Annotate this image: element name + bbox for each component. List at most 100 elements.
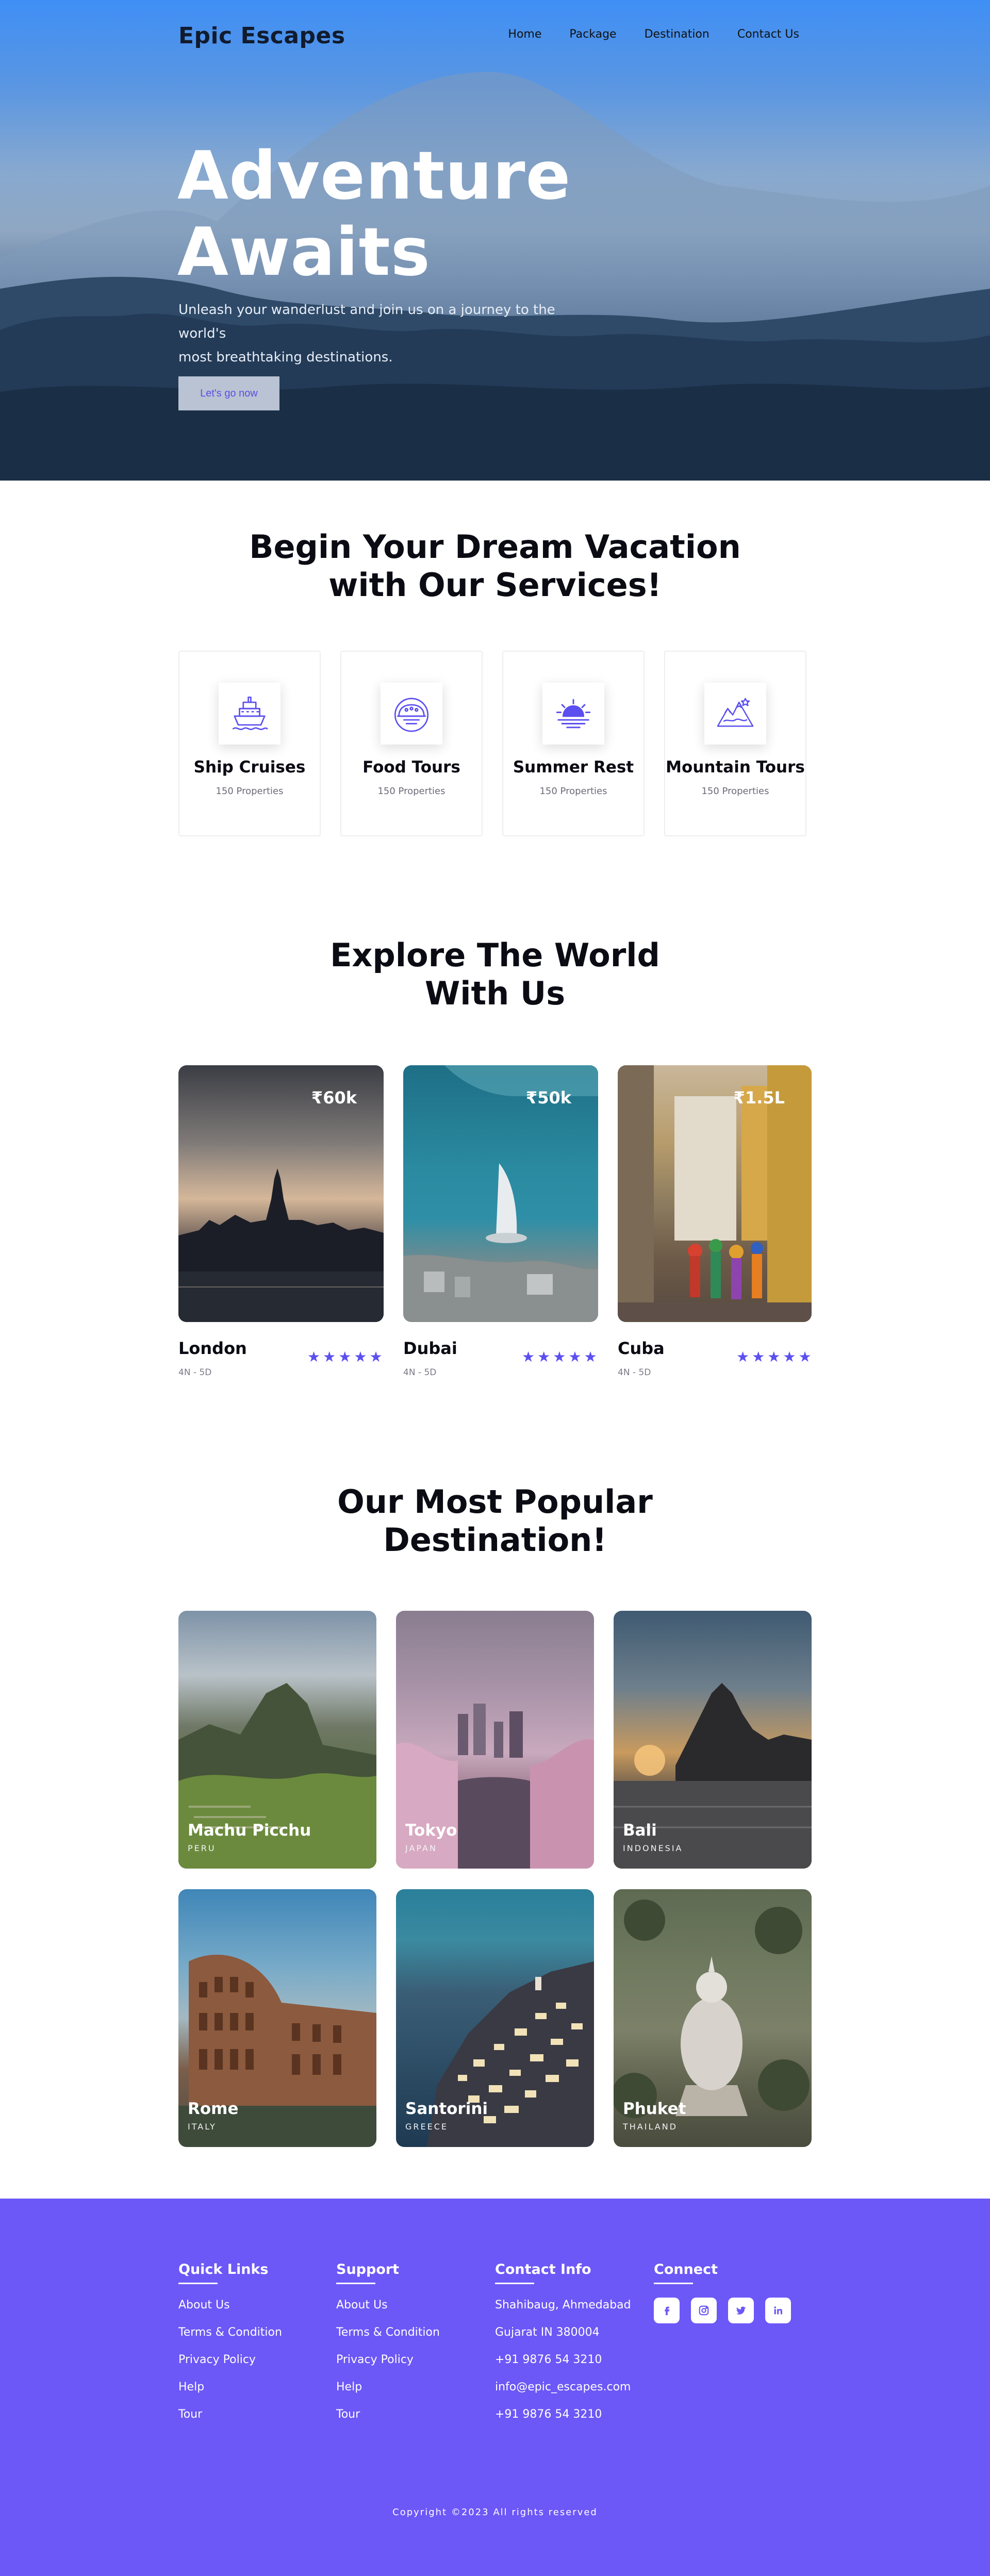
nav-destination-link[interactable]: Destination: [645, 28, 710, 41]
footer-underline: [336, 2283, 375, 2284]
footer-support-title: Support: [336, 2261, 400, 2277]
footer-link-terms[interactable]: Terms & Condition: [178, 2325, 282, 2340]
dubai-rating: ★ ★ ★ ★ ★: [522, 1350, 597, 1364]
footer-contact-title: Contact Info: [495, 2261, 591, 2277]
footer-support-terms[interactable]: Terms & Condition: [336, 2325, 440, 2340]
services-title-line-2: with Our Services!: [328, 566, 662, 604]
explore-card-dubai[interactable]: ₹50k: [403, 1065, 598, 1322]
star-icon: ★: [537, 1348, 551, 1365]
mountain-icon: [704, 683, 766, 745]
footer-link-about[interactable]: About Us: [178, 2298, 282, 2313]
footer-link-help[interactable]: Help: [178, 2380, 282, 2395]
star-icon: ★: [553, 1348, 566, 1365]
hero-title-line-1: Adventure: [177, 138, 571, 214]
hero-subtitle-line-2: most breathtaking destinations.: [178, 350, 393, 365]
popular-card-machu-picchu[interactable]: Machu Picchu PERU: [178, 1611, 376, 1869]
explore-card-london[interactable]: ₹60k: [178, 1065, 384, 1322]
footer-contact-phone-2[interactable]: +91 9876 54 3210: [495, 2407, 631, 2422]
cuba-price: ₹1.5L: [733, 1088, 785, 1108]
star-icon: ★: [307, 1348, 321, 1365]
footer-support: Support About Us Terms & Condition Priva…: [336, 2261, 440, 2434]
service-card-summer-rest[interactable]: Summer Rest 150 Properties: [502, 651, 645, 836]
footer-quick-links: Quick Links About Us Terms & Condition P…: [178, 2261, 282, 2434]
explore-title-line-1: Explore The World: [330, 936, 660, 974]
twitter-icon[interactable]: [728, 2298, 754, 2323]
service-properties: 150 Properties: [539, 786, 607, 797]
popular-title: Our Most Popular Destination!: [0, 1483, 990, 1559]
footer-support-help[interactable]: Help: [336, 2380, 440, 2395]
service-card-food-tours[interactable]: Food Tours 150 Properties: [340, 651, 483, 836]
footer-contact-email[interactable]: info@epic_escapes.com: [495, 2380, 631, 2395]
footer-underline: [654, 2283, 693, 2284]
popular-country: PERU: [188, 1843, 216, 1853]
hero-title-line-2: Awaits: [177, 214, 431, 291]
linkedin-icon[interactable]: [765, 2298, 791, 2323]
popular-card-santorini[interactable]: Santorini GREECE: [396, 1889, 594, 2147]
nav-home-link[interactable]: Home: [508, 28, 541, 41]
popular-country: GREECE: [405, 2122, 449, 2132]
cuba-name: Cuba: [618, 1339, 665, 1358]
popular-card-bali[interactable]: Bali INDONESIA: [614, 1611, 812, 1869]
popular-name: Phuket: [623, 2100, 686, 2118]
cuba-rating: ★ ★ ★ ★ ★: [736, 1350, 812, 1364]
star-icon: ★: [354, 1348, 367, 1365]
hero-title: Adventure Awaits: [177, 138, 641, 291]
popular-country: INDONESIA: [623, 1843, 683, 1853]
footer-contact-address-1: Shahibaug, Ahmedabad: [495, 2299, 631, 2311]
star-icon: ★: [323, 1348, 336, 1365]
copyright-text: Copyright ©2023 All rights reserved: [392, 2507, 598, 2518]
service-name: Ship Cruises: [193, 758, 306, 777]
service-properties: 150 Properties: [216, 786, 284, 797]
service-name: Food Tours: [362, 758, 460, 777]
star-icon: ★: [783, 1348, 796, 1365]
social-links: [654, 2298, 791, 2323]
dubai-price: ₹50k: [525, 1088, 571, 1108]
popular-card-phuket[interactable]: Phuket THAILAND: [614, 1889, 812, 2147]
footer-support-about[interactable]: About Us: [336, 2298, 440, 2313]
nav-links: Home Package Destination Contact Us: [508, 28, 799, 41]
explore-title: Explore The World With Us: [0, 936, 990, 1013]
service-card-ship-cruises[interactable]: Ship Cruises 150 Properties: [178, 651, 321, 836]
lets-go-button[interactable]: Let's go now: [178, 376, 279, 410]
star-icon: ★: [338, 1348, 352, 1365]
instagram-icon[interactable]: [691, 2298, 717, 2323]
popular-title-line-2: Destination!: [383, 1521, 607, 1559]
footer-underline: [178, 2283, 218, 2284]
cuba-duration: 4N - 5D: [618, 1367, 651, 1378]
london-name: London: [178, 1339, 247, 1358]
popular-name: Tokyo: [405, 1821, 457, 1840]
top-navbar: Epic Escapes Home Package Destination Co…: [0, 0, 990, 72]
star-icon: ★: [369, 1348, 383, 1365]
popular-title-line-1: Our Most Popular: [337, 1483, 653, 1521]
footer-underline: [495, 2283, 534, 2284]
explore-card-cuba[interactable]: ₹1.5L: [618, 1065, 812, 1322]
hero-section: Epic Escapes Home Package Destination Co…: [0, 0, 990, 481]
site-footer: Quick Links About Us Terms & Condition P…: [0, 2199, 990, 2576]
london-duration: 4N - 5D: [178, 1367, 212, 1378]
popular-name: Bali: [623, 1821, 657, 1840]
service-properties: 150 Properties: [701, 786, 769, 797]
nav-contact-link[interactable]: Contact Us: [737, 28, 799, 41]
popular-name: Santorini: [405, 2100, 488, 2118]
brand-logo[interactable]: Epic Escapes: [178, 23, 345, 49]
popular-country: ITALY: [188, 2122, 217, 2132]
footer-contact-phone-1[interactable]: +91 9876 54 3210: [495, 2352, 631, 2367]
sunset-icon: [542, 683, 604, 745]
popular-card-tokyo[interactable]: Tokyo JAPAN: [396, 1611, 594, 1869]
nav-package-link[interactable]: Package: [569, 28, 616, 41]
hero-subtitle-line-1: Unleash your wanderlust and join us on a…: [178, 302, 555, 341]
popular-card-rome[interactable]: Rome ITALY: [178, 1889, 376, 2147]
star-icon: ★: [568, 1348, 582, 1365]
star-icon: ★: [736, 1348, 750, 1365]
facebook-icon[interactable]: [654, 2298, 680, 2323]
popular-country: JAPAN: [405, 1843, 437, 1853]
footer-support-privacy[interactable]: Privacy Policy: [336, 2352, 440, 2367]
star-icon: ★: [798, 1348, 812, 1365]
footer-link-privacy[interactable]: Privacy Policy: [178, 2352, 282, 2367]
london-rating: ★ ★ ★ ★ ★: [307, 1350, 383, 1364]
service-name: Mountain Tours: [666, 758, 805, 777]
footer-connect: Connect: [654, 2261, 791, 2323]
footer-link-tour[interactable]: Tour: [178, 2407, 282, 2422]
service-card-mountain-tours[interactable]: Mountain Tours 150 Properties: [664, 651, 806, 836]
footer-support-tour[interactable]: Tour: [336, 2407, 440, 2422]
